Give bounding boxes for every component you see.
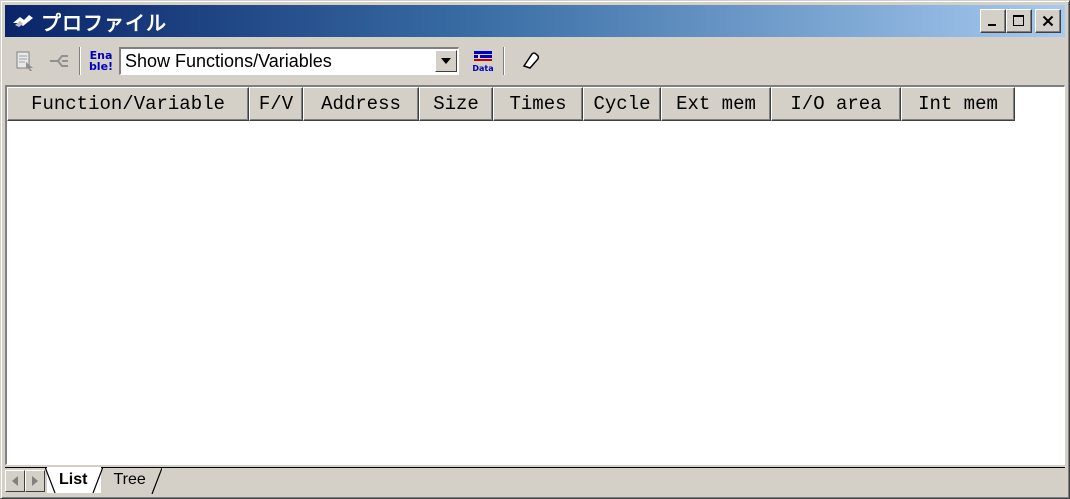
tree-collapse-icon[interactable]	[45, 47, 73, 75]
tab-list-label: List	[59, 471, 88, 488]
toolbar-separator-2	[503, 47, 505, 75]
column-header-address[interactable]: Address	[303, 87, 419, 121]
data-icon-label: Data	[472, 64, 493, 73]
arrow-left-icon	[12, 476, 18, 486]
toolbar: Ena ble! Show Functions/Variables Data	[5, 41, 1065, 81]
close-icon	[1042, 15, 1054, 27]
column-header-cycle[interactable]: Cycle	[583, 87, 661, 121]
column-header-int-mem[interactable]: Int mem	[901, 87, 1015, 121]
minimize-button[interactable]	[980, 9, 1006, 33]
view-tabs: List Tree	[45, 467, 162, 494]
enable-label-bottom: ble!	[88, 60, 114, 73]
tab-tree-label: Tree	[113, 471, 146, 488]
profile-app-icon[interactable]	[11, 8, 37, 34]
chevron-down-icon	[441, 58, 451, 64]
column-header-ext-mem[interactable]: Ext mem	[661, 87, 771, 121]
sheet-tab-bar: List Tree	[5, 467, 1065, 495]
arrow-right-icon	[32, 476, 38, 486]
column-header-fv[interactable]: F/V	[249, 87, 303, 121]
window-title: プロファイル	[41, 10, 167, 35]
column-headers: Function/Variable F/V Address Size Times…	[7, 87, 1064, 121]
data-button[interactable]: Data	[469, 47, 497, 75]
jump-to-source-icon[interactable]	[11, 47, 39, 75]
profile-list[interactable]: Function/Variable F/V Address Size Times…	[5, 85, 1065, 465]
profile-window: プロファイル Ena ble! Show Functions/Variables…	[0, 0, 1070, 499]
column-header-function-variable[interactable]: Function/Variable	[7, 87, 249, 121]
enable-button[interactable]: Ena ble!	[87, 47, 115, 75]
tab-list[interactable]: List	[45, 467, 104, 493]
maximize-icon	[1013, 15, 1024, 26]
filter-select-value: Show Functions/Variables	[125, 51, 332, 71]
column-header-times[interactable]: Times	[493, 87, 583, 121]
eraser-icon[interactable]	[517, 47, 545, 75]
tab-scroll-right-button[interactable]	[25, 470, 45, 492]
toolbar-separator	[79, 47, 81, 75]
minimize-icon	[988, 24, 996, 26]
filter-select-dropdown-button[interactable]	[435, 50, 457, 72]
tab-scroll-left-button[interactable]	[5, 470, 25, 492]
maximize-button[interactable]	[1006, 9, 1032, 33]
title-bar[interactable]: プロファイル	[5, 5, 1065, 37]
column-header-size[interactable]: Size	[419, 87, 493, 121]
close-button[interactable]	[1035, 9, 1061, 33]
tab-tree[interactable]: Tree	[101, 468, 162, 494]
column-header-io-area[interactable]: I/O area	[771, 87, 901, 121]
filter-select[interactable]: Show Functions/Variables	[119, 47, 459, 75]
